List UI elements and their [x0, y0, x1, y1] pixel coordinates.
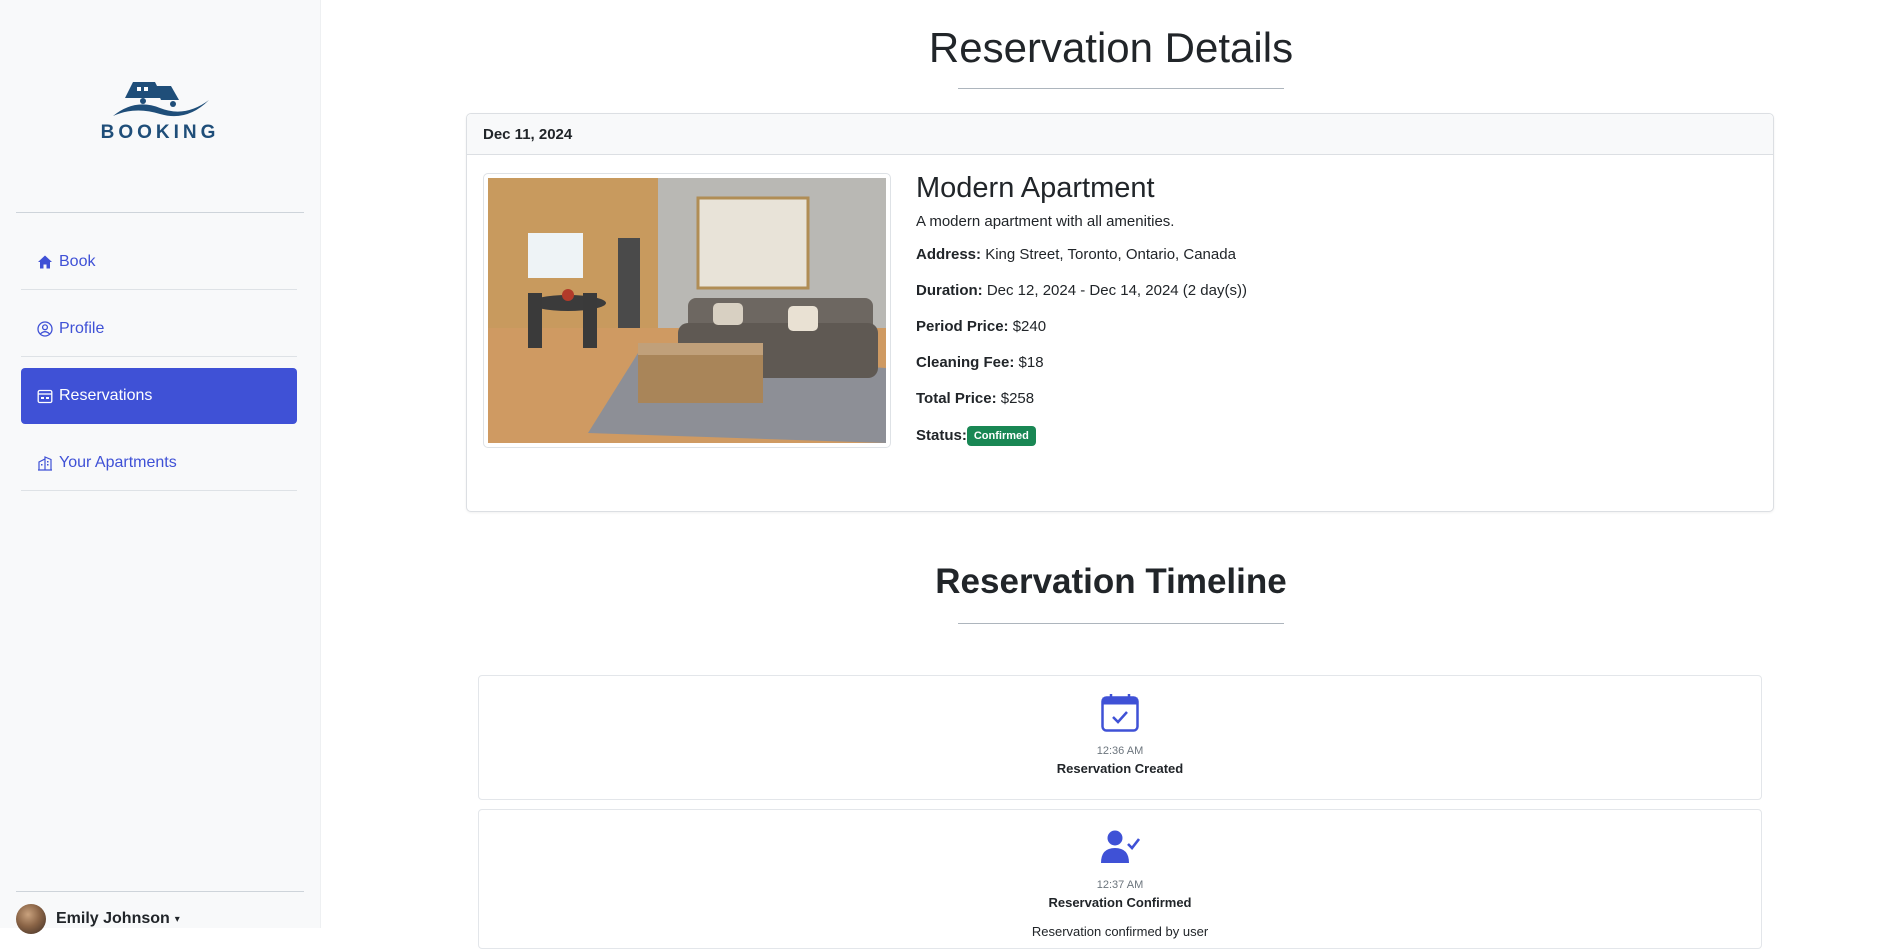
avatar [16, 904, 46, 934]
sidebar-item-label: Profile [59, 319, 105, 337]
timeline-title: Reservation Timeline [935, 562, 1287, 601]
apartment-description: A modern apartment with all amenities. [916, 213, 1175, 230]
sidebar-item-book[interactable]: Book [21, 234, 297, 290]
status-label: Status: [916, 427, 967, 444]
sidebar-item-reservations[interactable]: Reservations [21, 368, 297, 424]
status-row: Status: Confirmed [916, 426, 1247, 446]
houses-logo-icon [113, 82, 209, 117]
brand-name: BOOKING [100, 122, 220, 143]
house-icon [37, 254, 53, 270]
main-content: Reservation Details Dec 11, 2024 Modern … [320, 0, 1902, 949]
buildings-icon [37, 455, 53, 471]
event-description: Reservation confirmed by user [1031, 924, 1209, 939]
sidebar-nav: Book Profile Reservations Your Apartment… [21, 234, 297, 502]
duration-label: Duration: [916, 282, 983, 299]
duration-row: Duration: Dec 12, 2024 - Dec 14, 2024 (2… [916, 282, 1247, 299]
duration-value: Dec 12, 2024 - Dec 14, 2024 (2 day(s)) [986, 282, 1247, 299]
event-title: Reservation Confirmed [1048, 895, 1192, 910]
timeline-divider [958, 623, 1284, 624]
apartment-image [488, 178, 886, 443]
event-time: 12:37 AM [1096, 879, 1144, 891]
timeline-event-confirmed: 12:37 AM Reservation Confirmed Reservati… [478, 809, 1762, 949]
total-price-label: Total Price: [916, 390, 997, 407]
calendar-check-icon [1100, 693, 1140, 733]
address-label: Address: [916, 246, 982, 263]
sidebar-item-label: Book [59, 252, 96, 270]
sidebar: BOOKING Book Profile Reservations Your A… [0, 0, 321, 934]
brand-logo[interactable]: BOOKING [90, 76, 230, 158]
user-name: Emily Johnson [56, 910, 170, 927]
cleaning-fee-row: Cleaning Fee: $18 [916, 354, 1247, 371]
event-time: 12:36 AM [1096, 745, 1144, 757]
period-price-label: Period Price: [916, 318, 1009, 335]
cleaning-fee-label: Cleaning Fee: [916, 354, 1015, 371]
period-price-row: Period Price: $240 [916, 318, 1247, 335]
address-row: Address: King Street, Toronto, Ontario, … [916, 246, 1247, 263]
sidebar-item-profile[interactable]: Profile [21, 301, 297, 357]
user-menu[interactable]: Emily Johnson ▾ [16, 904, 180, 934]
reservation-details: Modern Apartment A modern apartment with… [916, 172, 1247, 465]
address-value: King Street, Toronto, Ontario, Canada [985, 246, 1236, 263]
apartment-name: Modern Apartment [916, 172, 1155, 204]
total-price-value: $258 [1000, 390, 1035, 407]
sidebar-divider [16, 212, 304, 213]
caret-down-icon: ▾ [174, 913, 180, 925]
cleaning-fee-value: $18 [1018, 354, 1044, 371]
total-price-row: Total Price: $258 [916, 390, 1247, 407]
person-check-icon [1100, 827, 1141, 867]
reservation-card: Dec 11, 2024 Modern Apartment A modern a… [466, 113, 1774, 512]
status-badge: Confirmed [966, 426, 1036, 446]
reservation-date: Dec 11, 2024 [467, 114, 1773, 155]
sidebar-item-label: Reservations [59, 387, 153, 404]
person-circle-icon [37, 320, 53, 337]
timeline-event-created: 12:36 AM Reservation Created [478, 675, 1762, 800]
page-title: Reservation Details [928, 24, 1294, 71]
title-divider [958, 88, 1284, 89]
sidebar-divider [16, 891, 304, 892]
sidebar-item-label: Your Apartments [59, 453, 177, 471]
period-price-value: $240 [1012, 318, 1047, 335]
sidebar-item-your-apartments[interactable]: Your Apartments [21, 435, 297, 491]
calendar-icon [37, 388, 53, 404]
apartment-photo [483, 173, 891, 448]
event-title: Reservation Created [1056, 761, 1184, 776]
